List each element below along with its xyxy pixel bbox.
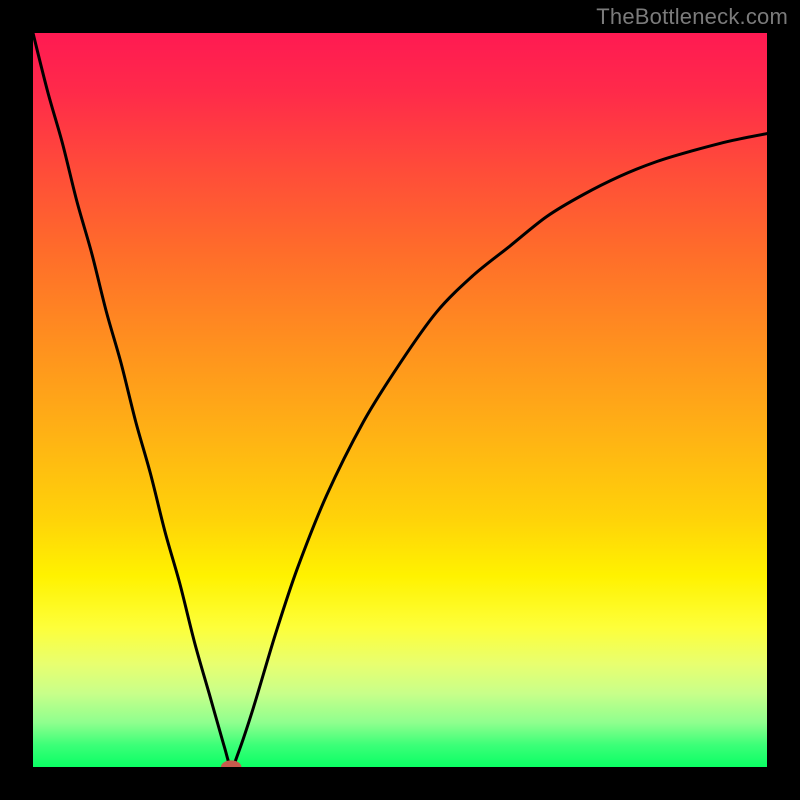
curve-svg bbox=[33, 33, 767, 767]
minimum-marker bbox=[221, 760, 242, 767]
chart-frame: TheBottleneck.com bbox=[0, 0, 800, 800]
watermark-text: TheBottleneck.com bbox=[596, 4, 788, 30]
plot-area bbox=[33, 33, 767, 767]
bottleneck-curve bbox=[33, 33, 767, 767]
